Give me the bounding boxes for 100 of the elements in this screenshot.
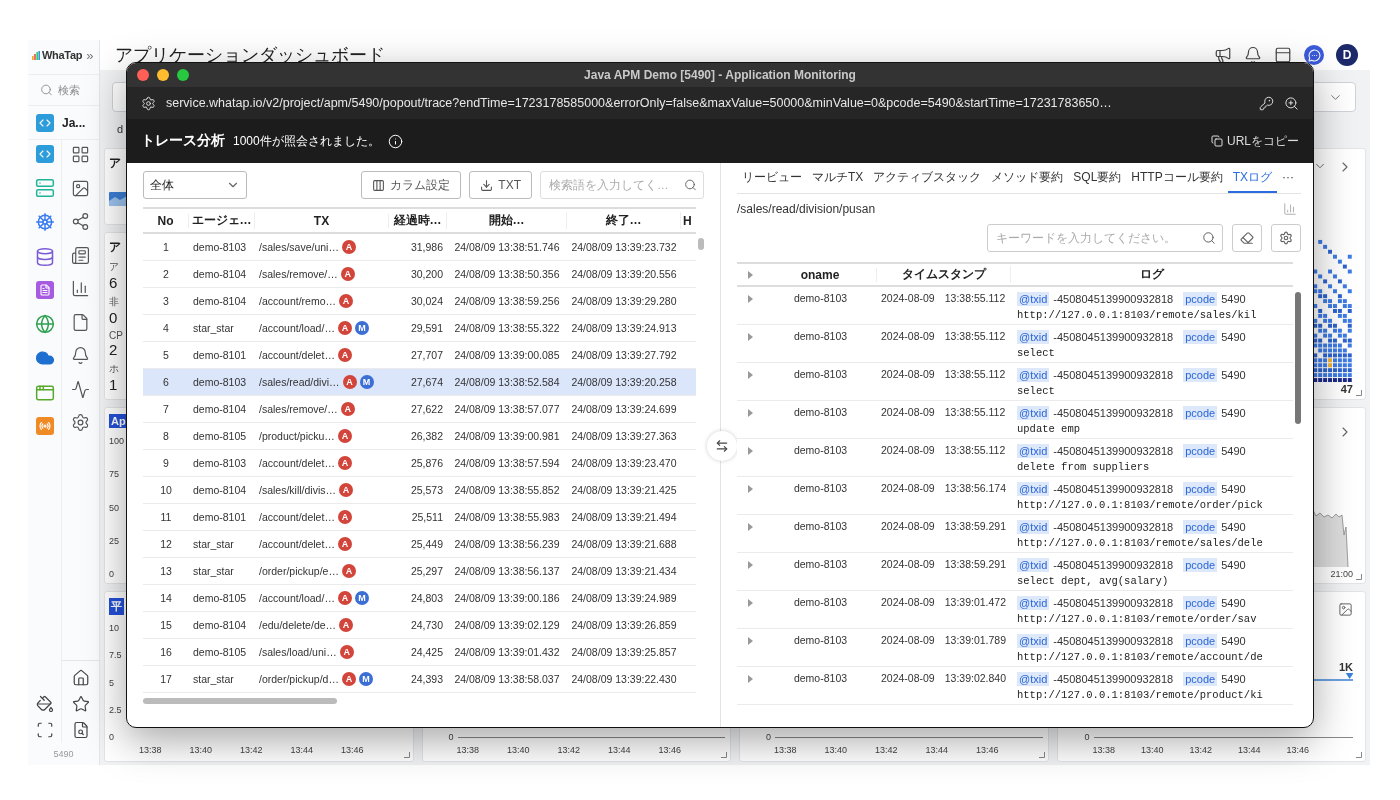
column-header[interactable]: 開始… <box>447 212 567 229</box>
server-icon[interactable] <box>34 177 55 198</box>
minimize-button[interactable] <box>157 69 169 81</box>
table-row[interactable]: 6 demo-8103 /sales/read/divi… A M 27,674 24/08/09 13:38:52.584 24/08/09 13:39:20.258 <box>143 369 696 396</box>
search-field[interactable]: 検索語を入力してく… <box>540 171 704 199</box>
user-avatar[interactable]: D <box>1336 44 1358 66</box>
megaphone-icon[interactable] <box>1214 46 1232 64</box>
column-header[interactable]: 経過時… <box>389 212 447 229</box>
column-header[interactable]: TX <box>255 213 389 228</box>
bar-chart-icon[interactable] <box>71 279 90 298</box>
settings-icon[interactable] <box>71 413 90 432</box>
table-cell-text: 24/08/09 13:39:24.989 <box>570 592 678 604</box>
table-cell-text: 24/08/09 13:39:24.913 <box>570 322 678 334</box>
column-header[interactable]: ログ <box>1011 266 1293 283</box>
resize-handle-icon[interactable] <box>1356 574 1362 580</box>
export-button[interactable]: TXT <box>469 171 532 199</box>
more-tabs-button[interactable]: ··· <box>1277 163 1300 193</box>
resize-handle-icon[interactable] <box>1038 752 1045 758</box>
close-button[interactable] <box>137 69 149 81</box>
collapse-button[interactable]: » <box>84 47 96 63</box>
report-search-icon[interactable] <box>71 721 90 739</box>
column-header[interactable]: 終了… <box>567 212 681 229</box>
chart-icon[interactable] <box>1338 602 1353 617</box>
tab[interactable]: SQL要約 <box>1068 163 1127 193</box>
info-icon[interactable] <box>387 133 403 149</box>
log-time: 13:38:55.112 <box>944 292 1006 304</box>
table-cell-text: star_star <box>192 538 235 550</box>
tab[interactable]: アクティブスタック <box>868 163 987 193</box>
paint-bucket-icon[interactable] <box>35 695 54 713</box>
panel-icon[interactable] <box>1274 46 1292 64</box>
home-icon[interactable] <box>71 669 90 687</box>
log-file-icon[interactable] <box>35 281 54 299</box>
expand-icon[interactable] <box>748 333 753 341</box>
key-icon[interactable] <box>1259 95 1274 111</box>
column-header[interactable]: エージェ… <box>189 212 255 229</box>
table-cell-text: 24/08/09 13:39:02.129 <box>453 619 561 631</box>
zoom-icon[interactable] <box>1284 95 1299 111</box>
column-header[interactable]: タイムスタンプ <box>877 266 1011 283</box>
bell-icon[interactable] <box>71 346 90 365</box>
expand-icon[interactable] <box>748 371 753 379</box>
expand-icon[interactable] <box>748 561 753 569</box>
maximize-button[interactable] <box>177 69 189 81</box>
fullscreen-icon[interactable] <box>35 721 54 739</box>
column-header[interactable]: H <box>681 213 689 228</box>
resize-handle-icon[interactable] <box>403 752 410 758</box>
table-cell-text: 25,573 <box>409 484 444 496</box>
database-icon[interactable] <box>34 246 55 267</box>
globe-icon[interactable] <box>34 313 55 334</box>
document-icon[interactable] <box>71 312 90 332</box>
expand-icon[interactable] <box>748 599 753 607</box>
expand-icon[interactable] <box>748 270 753 279</box>
filter-select[interactable]: 全体 <box>143 171 247 199</box>
project-name[interactable]: Ja... <box>62 115 86 130</box>
scrollbar-thumb[interactable] <box>1295 292 1301 424</box>
column-header[interactable]: oname <box>764 267 877 282</box>
expand-icon[interactable] <box>748 295 753 303</box>
code-icon <box>36 113 54 132</box>
report-icon[interactable] <box>71 245 90 265</box>
star-icon[interactable] <box>71 695 90 713</box>
axis-label: 0 <box>448 732 454 742</box>
expand-icon[interactable] <box>748 447 753 455</box>
stat-value: 2 <box>109 341 118 358</box>
expand-icon[interactable] <box>748 409 753 417</box>
settings-button[interactable] <box>1271 224 1301 252</box>
log-time: 13:38:55.112 <box>944 444 1006 456</box>
tag-value: 5490 <box>1221 596 1246 609</box>
tab[interactable]: リービュー <box>737 163 807 193</box>
copy-url-link[interactable]: URLをコピー <box>1211 132 1299 150</box>
network-icon[interactable] <box>71 212 90 231</box>
column-header[interactable]: No <box>143 213 189 228</box>
resize-handle-icon[interactable] <box>1356 390 1362 396</box>
expand-icon[interactable] <box>748 637 753 645</box>
tx-name: /order/pickup/e… <box>259 565 339 577</box>
chat-icon[interactable] <box>1304 45 1324 65</box>
tab[interactable]: マルチTX <box>807 163 869 193</box>
resize-handle-icon[interactable] <box>1356 752 1362 758</box>
tab[interactable]: メソッド要約 <box>986 163 1069 193</box>
expand-icon[interactable] <box>748 485 753 493</box>
expand-icon[interactable] <box>748 523 753 531</box>
bell-icon[interactable] <box>1244 46 1262 64</box>
splitter-handle[interactable] <box>707 431 737 461</box>
search-field[interactable]: 検索 <box>40 80 94 100</box>
grid-icon[interactable] <box>71 145 90 164</box>
cloud-icon[interactable] <box>34 348 55 368</box>
scrollbar-thumb[interactable] <box>143 698 337 704</box>
log-time: 13:38:55.112 <box>944 368 1006 380</box>
scrollbar-thumb[interactable] <box>698 238 704 250</box>
code-icon[interactable] <box>35 145 54 163</box>
ship-wheel-icon[interactable] <box>34 212 55 232</box>
image-icon[interactable] <box>71 178 90 198</box>
expand-icon[interactable] <box>748 675 753 683</box>
tab[interactable]: HTTPコール要約 <box>1126 163 1228 193</box>
activity-icon[interactable] <box>71 379 90 399</box>
highlight-button[interactable] <box>1232 224 1262 252</box>
resize-handle-icon[interactable] <box>721 752 727 758</box>
tab[interactable]: TXログ <box>1227 163 1278 193</box>
site-settings-icon[interactable] <box>141 95 156 111</box>
keyword-field[interactable]: キーワードを入力してください。 <box>987 224 1223 252</box>
column-settings-button[interactable]: カラム設定 <box>361 171 462 199</box>
radio-icon[interactable] <box>35 417 54 435</box>
